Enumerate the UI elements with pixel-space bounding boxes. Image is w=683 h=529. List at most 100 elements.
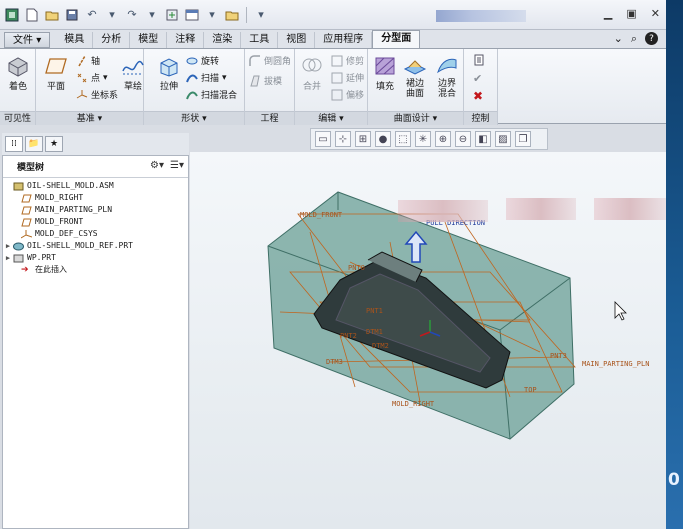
group-label: 形状 ▾ <box>144 111 244 125</box>
regenerate-icon[interactable] <box>164 7 180 23</box>
offset-button[interactable]: 偏移 <box>331 88 364 101</box>
close-window-icon[interactable] <box>224 7 240 23</box>
tree-row[interactable]: ▶ WP.PRT <box>3 252 188 264</box>
trim-button[interactable]: 修剪 <box>331 54 364 67</box>
cancel-x-icon: ✖ <box>473 89 484 103</box>
tab-parting-surface[interactable]: 分型面 <box>372 30 421 48</box>
redacted-overlay <box>506 198 576 220</box>
ok-button[interactable]: ✔ <box>473 72 485 85</box>
merge-icon <box>300 55 324 77</box>
zoom-in-icon[interactable]: ⊕ <box>435 131 451 147</box>
repaint-icon[interactable]: ▨ <box>495 131 511 147</box>
sketch-button[interactable]: 草绘 <box>116 55 150 92</box>
graphics-toolbar: ▭ ⊹ ⊞ ● ⬚ ✳ ⊕ ⊖ ◧ ▨ ❐ <box>310 128 548 150</box>
round-button[interactable]: 倒圆角 <box>249 54 291 67</box>
tab-annotate[interactable]: 注释 <box>167 32 205 48</box>
search-icon[interactable]: ⌕ <box>631 32 637 46</box>
tree-row[interactable]: OIL-SHELL_MOLD.ASM <box>3 180 188 192</box>
new-icon[interactable] <box>24 7 40 23</box>
model-tree-tab[interactable]: ⁞⁞ <box>5 136 23 152</box>
window-controls: ▁ ▣ ✕ <box>604 7 660 20</box>
skirt-surface-icon <box>403 55 427 77</box>
view-manager-icon[interactable]: ❐ <box>515 131 531 147</box>
expand-arrow-icon[interactable]: ▶ <box>3 252 13 264</box>
tree-row[interactable]: MAIN_PARTING_PLN <box>3 204 188 216</box>
draft-button[interactable]: 拔模 <box>249 74 282 87</box>
collapse-ribbon-icon[interactable]: ⌄ <box>614 32 623 46</box>
title-bar: ↶ ▾ ↷ ▾ ▾ ▾ ▁ ▣ ✕ <box>0 0 666 30</box>
tab-tools[interactable]: 工具 <box>241 32 279 48</box>
favorites-tab[interactable]: ★ <box>45 136 63 152</box>
separator <box>246 6 247 23</box>
label-dtm1: DTM1 <box>366 328 383 336</box>
tab-mold[interactable]: 模具 <box>56 32 94 48</box>
skirt-surface-button[interactable]: 裙边曲面 <box>398 55 432 99</box>
saved-views-icon[interactable]: ▭ <box>315 131 331 147</box>
point-icon <box>76 72 88 84</box>
dropdown-icon[interactable]: ▾ <box>144 7 160 23</box>
cancel-button[interactable]: ✖ <box>473 89 485 103</box>
orient-icon[interactable]: ⬚ <box>395 131 411 147</box>
revolve-button[interactable]: 旋转 <box>186 54 219 67</box>
tab-applications[interactable]: 应用程序 <box>315 32 373 48</box>
undo-icon[interactable]: ↶ <box>84 7 100 23</box>
tree-row[interactable]: ▶ OIL-SHELL_MOLD_REF.PRT <box>3 240 188 252</box>
fill-button[interactable]: 填充 <box>368 55 402 92</box>
windows-icon[interactable] <box>184 7 200 23</box>
merge-button[interactable]: 合并 <box>295 55 329 92</box>
group-label: 基准 ▾ <box>36 111 143 125</box>
tree-row[interactable]: MOLD_DEF_CSYS <box>3 228 188 240</box>
folder-browser-tab[interactable]: 📁 <box>25 136 43 152</box>
boundary-blend-button[interactable]: 边界混合 <box>430 55 464 99</box>
plane-button[interactable]: 平面 <box>39 55 73 92</box>
properties-button[interactable] <box>473 54 485 66</box>
tab-model[interactable]: 模型 <box>130 32 168 48</box>
sweep-button[interactable]: 扫描 ▾ <box>186 71 227 84</box>
dropdown-icon[interactable]: ▾ <box>104 7 120 23</box>
datum-display-icon[interactable]: ⊹ <box>335 131 351 147</box>
more-icon[interactable]: ▾ <box>253 7 269 23</box>
navigator-tabs: ⁞⁞ 📁 ★ <box>2 133 189 155</box>
group-editing: 合并 修剪 延伸 偏移 编辑 ▾ <box>295 49 368 125</box>
axis-button[interactable]: 轴 <box>76 54 100 67</box>
expand-arrow-icon[interactable]: ▶ <box>3 240 13 252</box>
open-icon[interactable] <box>44 7 60 23</box>
zoom-out-icon[interactable]: ⊖ <box>455 131 471 147</box>
shade-button[interactable]: 着色 <box>1 55 35 92</box>
dropdown-icon[interactable]: ▾ <box>204 7 220 23</box>
tree-row-insert-here[interactable]: ➔ 在此插入 <box>3 264 188 276</box>
help-icon[interactable]: ? <box>645 32 658 45</box>
tab-analysis[interactable]: 分析 <box>93 32 131 48</box>
tab-file[interactable]: 文件 ▾ <box>4 32 51 48</box>
extrude-button[interactable]: 拉伸 <box>152 55 186 92</box>
csys-button[interactable]: 坐标系 <box>76 88 118 101</box>
point-button[interactable]: 点 ▾ <box>76 71 108 84</box>
close-button[interactable]: ✕ <box>651 7 660 20</box>
spin-center-icon[interactable]: ✳ <box>415 131 431 147</box>
minimize-button[interactable]: ▁ <box>604 7 612 20</box>
tree-settings-icon[interactable]: ⚙▾ <box>150 160 164 171</box>
restore-button[interactable]: ▣ <box>626 7 636 20</box>
redacted-overlay <box>594 198 666 220</box>
tree-row[interactable]: MOLD_FRONT <box>3 216 188 228</box>
plane-display-icon[interactable]: ⊞ <box>355 131 371 147</box>
swept-blend-button[interactable]: 扫描混合 <box>186 88 237 101</box>
sweep-icon <box>186 72 198 84</box>
trim-icon <box>331 55 343 67</box>
tree-columns-icon[interactable]: ☰▾ <box>170 160 184 171</box>
app-icon[interactable] <box>4 7 20 23</box>
tree-row[interactable]: MOLD_RIGHT <box>3 192 188 204</box>
graphics-window[interactable]: MOLD_FRONT PULL DIRECTION MAIN_PARTING_P… <box>190 152 666 529</box>
tab-view[interactable]: 视图 <box>278 32 316 48</box>
redo-icon[interactable]: ↷ <box>124 7 140 23</box>
extend-button[interactable]: 延伸 <box>331 71 364 84</box>
group-visibility: 着色 可见性 <box>0 49 36 125</box>
model-tree-header: 模型树 ⚙▾ ☰▾ <box>3 156 188 178</box>
display-style-icon[interactable]: ● <box>375 131 391 147</box>
datum-plane-icon <box>21 218 32 226</box>
refit-icon[interactable]: ◧ <box>475 131 491 147</box>
save-icon[interactable] <box>64 7 80 23</box>
checkmark-icon: ✔ <box>473 72 483 85</box>
tab-render[interactable]: 渲染 <box>204 32 242 48</box>
model-tree-tools: ⚙▾ ☰▾ <box>150 160 184 171</box>
